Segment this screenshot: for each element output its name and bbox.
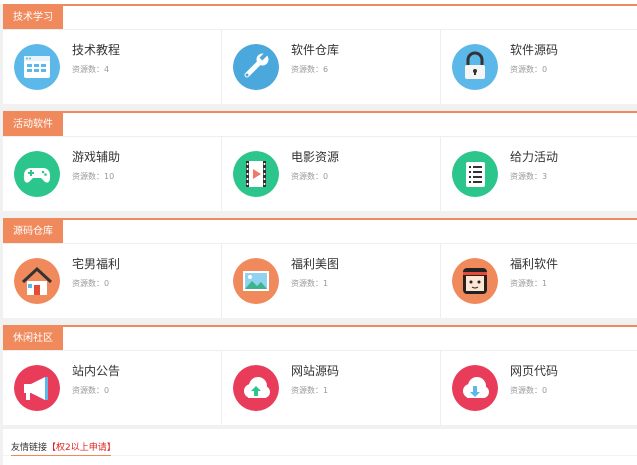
section-tab[interactable]: 休闲社区 <box>3 327 63 350</box>
friend-links-label: 友情链接 <box>11 443 48 453</box>
section-header: 源码仓库 <box>3 218 637 243</box>
category-card[interactable]: 电影资源 资源数：0 <box>222 137 441 211</box>
resource-count: 资源数：6 <box>291 65 329 74</box>
section-header: 活动软件 <box>3 111 637 136</box>
active-underline <box>11 455 111 456</box>
lock-icon <box>452 44 498 90</box>
category-card[interactable]: 软件仓库 资源数：6 <box>222 30 441 104</box>
section-tab[interactable]: 技术学习 <box>3 6 63 29</box>
resource-count: 资源数：1 <box>510 279 548 288</box>
category-title[interactable]: 技术教程 <box>72 41 120 58</box>
category-card[interactable]: 站内公告 资源数：0 <box>3 351 222 425</box>
section-row: 游戏辅助 资源数：10 电影资源 资源数：0 给力活动 资源数：3 <box>3 136 637 211</box>
category-card[interactable]: 游戏辅助 资源数：10 <box>3 137 222 211</box>
section-row: 站内公告 资源数：0 网站源码 资源数：1 网页代码 资源数：0 <box>3 350 637 425</box>
category-card[interactable]: 福利美图 资源数：1 <box>222 244 441 318</box>
category-title[interactable]: 福利软件 <box>510 255 558 272</box>
resource-count: 资源数：0 <box>72 279 110 288</box>
friend-apply-link[interactable]: 【权2以上申请】 <box>47 443 116 453</box>
category-title[interactable]: 软件源码 <box>510 41 558 58</box>
browser-window-icon <box>14 44 60 90</box>
section-header: 休闲社区 <box>3 325 637 350</box>
resource-count: 资源数：1 <box>291 279 329 288</box>
friend-links-section: 友情链接【权2以上申请】 <box>3 429 637 465</box>
category-title[interactable]: 电影资源 <box>291 148 339 165</box>
category-card[interactable]: 网页代码 资源数：0 <box>441 351 637 425</box>
resource-count: 资源数：0 <box>510 386 548 395</box>
category-title[interactable]: 站内公告 <box>72 362 120 379</box>
gamepad-icon <box>14 151 60 197</box>
resource-count: 资源数：0 <box>72 386 110 395</box>
category-card[interactable]: 技术教程 资源数：4 <box>3 30 222 104</box>
category-title[interactable]: 网页代码 <box>510 362 558 379</box>
resource-count: 资源数：0 <box>291 172 329 181</box>
section-row: 宅男福利 资源数：0 福利美图 资源数：1 福利软件 资源数：1 <box>3 243 637 318</box>
category-card[interactable]: 给力活动 资源数：3 <box>441 137 637 211</box>
category-card[interactable]: 软件源码 资源数：0 <box>441 30 637 104</box>
section-activity: 活动软件 游戏辅助 资源数：10 电影资源 资源数：0 给力活动 资源数：3 <box>3 111 637 211</box>
category-title[interactable]: 网站源码 <box>291 362 339 379</box>
category-title[interactable]: 宅男福利 <box>72 255 120 272</box>
section-tab[interactable]: 源码仓库 <box>3 220 63 243</box>
category-title[interactable]: 给力活动 <box>510 148 558 165</box>
document-list-icon <box>452 151 498 197</box>
landscape-picture-icon <box>233 258 279 304</box>
category-card[interactable]: 网站源码 资源数：1 <box>222 351 441 425</box>
resource-count: 资源数：1 <box>291 386 329 395</box>
category-card[interactable]: 宅男福利 资源数：0 <box>3 244 222 318</box>
resource-count: 资源数：4 <box>72 65 110 74</box>
resource-count: 资源数：0 <box>510 65 548 74</box>
category-title[interactable]: 福利美图 <box>291 255 339 272</box>
section-community: 休闲社区 站内公告 资源数：0 网站源码 资源数：1 网页代码 资源数：0 <box>3 325 637 425</box>
girl-face-icon <box>452 258 498 304</box>
section-tech: 技术学习 技术教程 资源数：4 软件仓库 资源数：6 软件源码 资源数：0 <box>3 4 637 104</box>
section-tab[interactable]: 活动软件 <box>3 113 63 136</box>
cloud-upload-icon <box>233 365 279 411</box>
section-row: 技术教程 资源数：4 软件仓库 资源数：6 软件源码 资源数：0 <box>3 29 637 104</box>
cloud-download-icon <box>452 365 498 411</box>
film-play-icon <box>233 151 279 197</box>
section-source: 源码仓库 宅男福利 资源数：0 福利美图 资源数：1 福利软件 资源数：1 <box>3 218 637 318</box>
section-header: 技术学习 <box>3 4 637 29</box>
category-card[interactable]: 福利软件 资源数：1 <box>441 244 637 318</box>
friend-links-title: 友情链接【权2以上申请】 <box>11 440 116 453</box>
category-title[interactable]: 软件仓库 <box>291 41 339 58</box>
megaphone-icon <box>14 365 60 411</box>
resource-count: 资源数：3 <box>510 172 548 181</box>
category-title[interactable]: 游戏辅助 <box>72 148 120 165</box>
house-icon <box>14 258 60 304</box>
wrench-icon <box>233 44 279 90</box>
resource-count: 资源数：10 <box>72 172 115 181</box>
